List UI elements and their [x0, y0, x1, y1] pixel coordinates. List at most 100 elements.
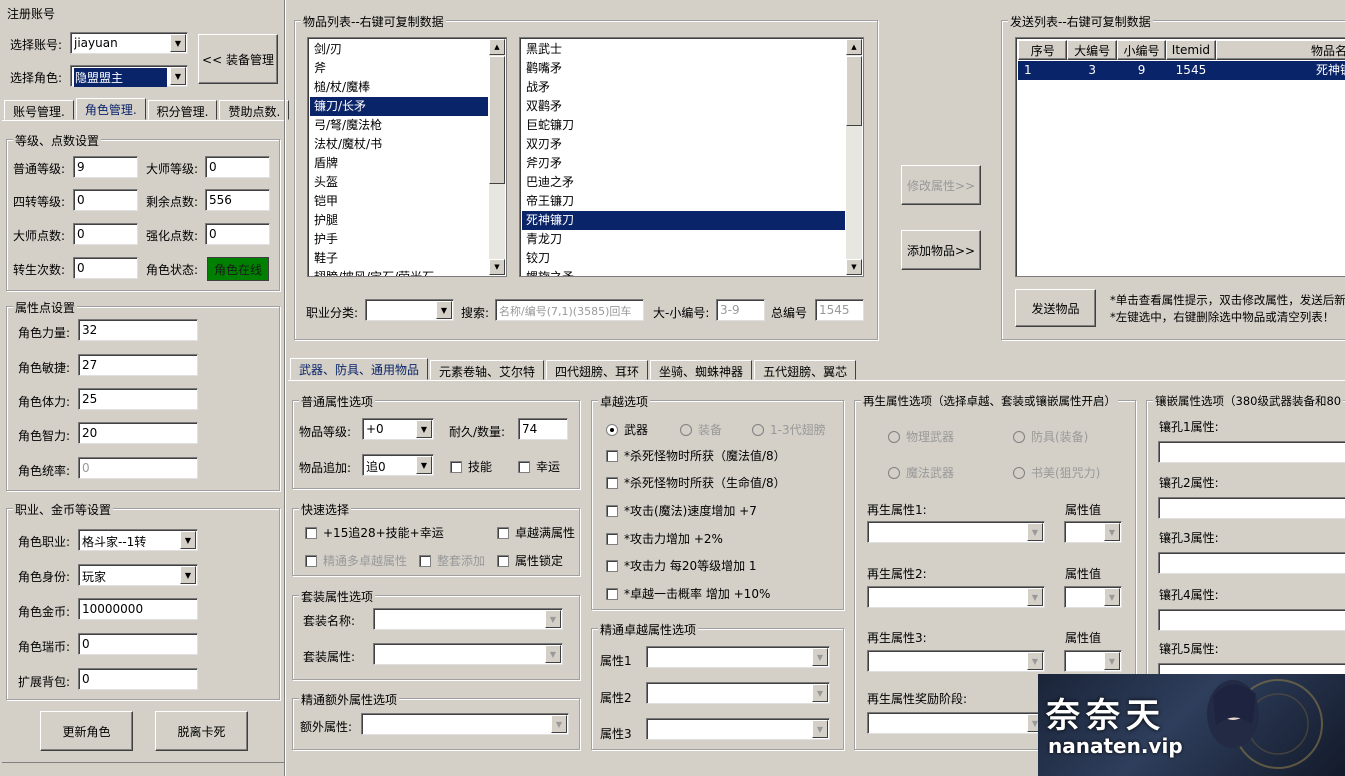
set-attr-select[interactable]: ▼: [373, 643, 563, 665]
tab-mounts[interactable]: 坐骑、蜘蛛神器: [650, 360, 753, 380]
mastery-attr2-select[interactable]: ▼: [646, 682, 830, 704]
tab-weapons[interactable]: 武器、防具、通用物品: [290, 358, 429, 380]
category-list[interactable]: 剑/刃斧槌/杖/魔棒 镰刀/长矛 弓/弩/魔法枪 法杖/魔杖/书 盾牌 头盔 铠甲 护腿 护手鞋…: [307, 37, 507, 277]
list-item[interactable]: 青龙刀: [522, 230, 845, 249]
stamina-input[interactable]: 25: [78, 388, 198, 410]
list-item[interactable]: 翅膀/披风/宝石/萤光石: [310, 268, 488, 276]
set-name-select[interactable]: ▼: [373, 608, 563, 630]
scroll-up-icon[interactable]: ▲: [846, 39, 862, 55]
book-radio[interactable]: 书美(狙咒力): [1013, 464, 1100, 481]
tab-points[interactable]: 积分管理.: [147, 100, 218, 120]
armor-radio[interactable]: 防具(装备): [1013, 428, 1088, 445]
list-item[interactable]: 镰刀/长矛: [310, 97, 488, 116]
list-item[interactable]: 铰刀: [522, 249, 845, 268]
unstuck-button[interactable]: 脱离卡死: [155, 711, 248, 751]
exc-option-checkbox[interactable]: *卓越一击概率 增加 +10%: [606, 585, 770, 602]
remaining-points-input[interactable]: 556: [205, 189, 270, 211]
regen1-val-select[interactable]: ▼: [1064, 521, 1122, 543]
command-input[interactable]: 0: [78, 457, 198, 479]
full-set-checkbox[interactable]: 整套添加: [419, 552, 485, 569]
scroll-thumb[interactable]: [489, 56, 505, 184]
col-header-big[interactable]: 大编号: [1067, 40, 1117, 60]
tab-role[interactable]: 角色管理.: [75, 98, 146, 120]
list-item[interactable]: 铠甲: [310, 192, 488, 211]
item-level-select[interactable]: +0 ▼: [362, 418, 434, 440]
list-item[interactable]: 双刃矛: [522, 135, 845, 154]
modify-attr-button[interactable]: 修改属性>>: [901, 165, 981, 205]
rebirth-count-input[interactable]: 0: [73, 257, 138, 279]
item-name-list[interactable]: 黑武士 鹳嘴矛 战矛 双鹳矛 巨蛇镰刀 双刃矛 斧刃矛 巴迪之矛 帝王镰刀 死神镰刀 青龙刀 铰刀 螺旋…: [519, 37, 864, 277]
job-category-select[interactable]: ▼: [365, 299, 454, 321]
size-no-input[interactable]: 3-9: [716, 299, 765, 321]
attr-lock-checkbox[interactable]: 属性锁定: [497, 552, 563, 569]
list-item[interactable]: 法杖/魔杖/书: [310, 135, 488, 154]
list-item[interactable]: 巨蛇镰刀: [522, 116, 845, 135]
magic-weapon-radio[interactable]: 魔法武器: [888, 464, 954, 481]
exc-option-checkbox[interactable]: *攻击力 每20等级增加 1: [606, 557, 757, 574]
list-item[interactable]: 黑武士: [522, 40, 845, 59]
update-role-button[interactable]: 更新角色: [40, 711, 133, 751]
exc-option-checkbox[interactable]: *杀死怪物时所获（魔法值/8）: [606, 447, 786, 464]
mastery-attr3-select[interactable]: ▼: [646, 718, 830, 740]
socket4-input[interactable]: [1158, 609, 1345, 631]
multi-exc-checkbox[interactable]: 精通多卓越属性: [305, 552, 407, 569]
strength-input[interactable]: 32: [78, 319, 198, 341]
scroll-up-icon[interactable]: ▲: [489, 39, 505, 55]
list-item[interactable]: 护手: [310, 230, 488, 249]
equip-manage-button[interactable]: << 装备管理: [198, 34, 278, 84]
col-header-itemid[interactable]: Itemid: [1166, 40, 1216, 60]
master-points-input[interactable]: 0: [73, 223, 138, 245]
list-item[interactable]: 护腿: [310, 211, 488, 230]
tab-wings5[interactable]: 五代翅膀、翼芯: [754, 360, 857, 380]
quick-max-checkbox[interactable]: +15追28+技能+幸运: [305, 524, 444, 541]
list-item[interactable]: 螺旋之矛: [522, 268, 845, 276]
tab-wings4[interactable]: 四代翅膀、耳环: [546, 360, 649, 380]
job-select[interactable]: 格斗家--1转 ▼: [78, 529, 198, 551]
scroll-down-icon[interactable]: ▼: [489, 259, 505, 275]
wings-radio[interactable]: 1-3代翅膀: [752, 421, 826, 438]
item-name-scrollbar[interactable]: ▲ ▼: [846, 39, 862, 275]
list-item[interactable]: 弓/弩/魔法枪: [310, 116, 488, 135]
ruby-input[interactable]: 0: [78, 633, 198, 655]
tab-sponsor[interactable]: 赞助点数.: [219, 100, 290, 120]
regen-reward-select[interactable]: ▼: [867, 712, 1045, 734]
list-item[interactable]: 战矛: [522, 78, 845, 97]
search-input[interactable]: 名称/编号(7,1)(3585)回车: [495, 299, 644, 321]
tab-elements[interactable]: 元素卷轴、艾尔特: [430, 360, 545, 380]
exc-full-checkbox[interactable]: 卓越满属性: [497, 524, 575, 541]
socket2-input[interactable]: [1158, 497, 1345, 519]
list-item[interactable]: 头盔: [310, 173, 488, 192]
table-row[interactable]: 1 3 9 1545 死神镰: [1018, 61, 1345, 80]
mastery-attr1-select[interactable]: ▼: [646, 646, 830, 668]
weapon-radio[interactable]: 武器: [606, 421, 648, 438]
list-item[interactable]: 双鹳矛: [522, 97, 845, 116]
list-item[interactable]: 死神镰刀: [522, 211, 845, 230]
regen2-select[interactable]: ▼: [867, 586, 1045, 608]
agility-input[interactable]: 27: [78, 354, 198, 376]
enhance-points-input[interactable]: 0: [205, 223, 270, 245]
col-header-index[interactable]: 序号: [1018, 40, 1068, 60]
regen2-val-select[interactable]: ▼: [1064, 586, 1122, 608]
scroll-down-icon[interactable]: ▼: [846, 259, 862, 275]
send-item-button[interactable]: 发送物品: [1015, 289, 1096, 327]
item-add-select[interactable]: 追0 ▼: [362, 454, 434, 476]
equip-radio[interactable]: 装备: [680, 421, 722, 438]
tab-account[interactable]: 账号管理.: [4, 100, 74, 120]
identity-select[interactable]: 玩家 ▼: [78, 564, 198, 586]
add-item-button[interactable]: 添加物品>>: [901, 230, 981, 270]
exc-option-checkbox[interactable]: *攻击力增加 +2%: [606, 530, 723, 547]
normal-level-input[interactable]: 9: [73, 156, 138, 178]
list-item[interactable]: 斧刃矛: [522, 154, 845, 173]
scroll-thumb[interactable]: [846, 56, 862, 126]
total-no-input[interactable]: 1545: [815, 299, 864, 321]
exc-option-checkbox[interactable]: *攻击(魔法)速度增加 +7: [606, 502, 757, 519]
list-item[interactable]: 鹳嘴矛: [522, 59, 845, 78]
socket3-input[interactable]: [1158, 552, 1345, 574]
exc-option-checkbox[interactable]: *杀死怪物时所获（生命值/8）: [606, 474, 786, 491]
col-header-name[interactable]: 物品名: [1215, 40, 1345, 60]
category-scrollbar[interactable]: ▲ ▼: [489, 39, 505, 275]
col-header-small[interactable]: 小编号: [1116, 40, 1167, 60]
list-item[interactable]: 斧: [310, 59, 488, 78]
list-item[interactable]: 盾牌: [310, 154, 488, 173]
socket1-input[interactable]: [1158, 441, 1345, 463]
